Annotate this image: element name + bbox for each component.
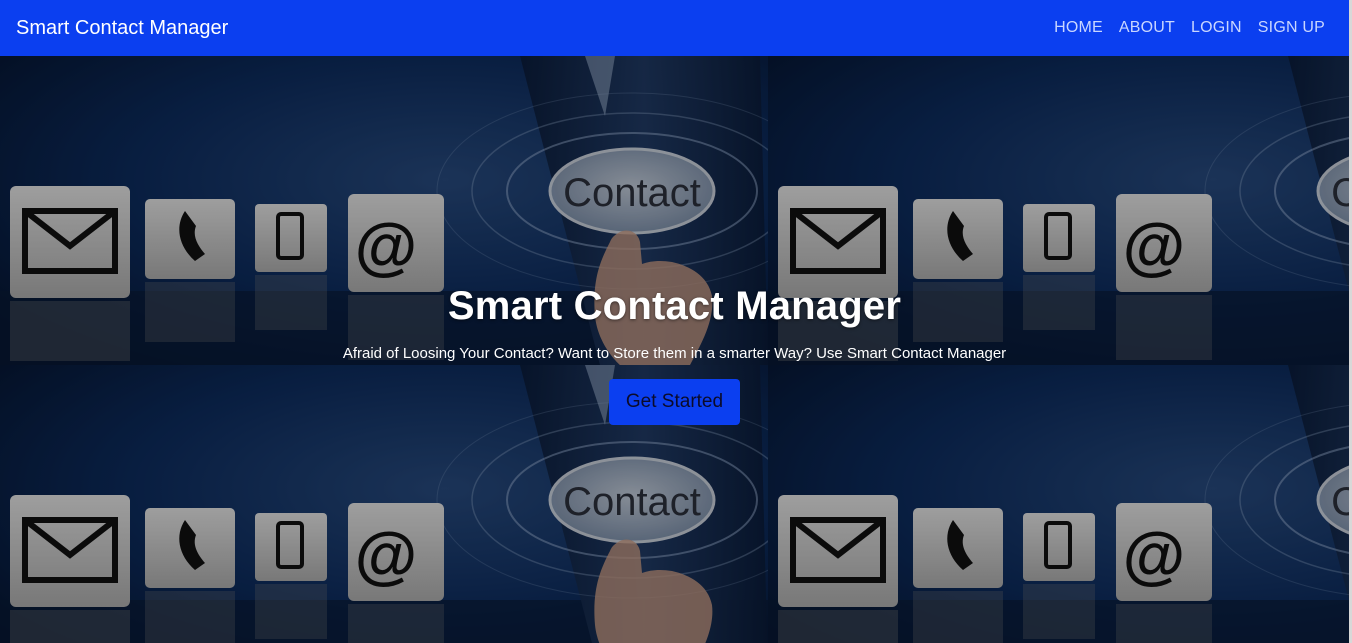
nav-links: HOME ABOUT LOGIN SIGN UP	[1054, 19, 1325, 37]
nav-login-link[interactable]: LOGIN	[1191, 19, 1242, 37]
hero-subtitle: Afraid of Loosing Your Contact? Want to …	[342, 345, 1007, 362]
get-started-button[interactable]: Get Started	[608, 379, 741, 425]
navbar: Smart Contact Manager HOME ABOUT LOGIN S…	[0, 0, 1349, 56]
hero-banner: Contact @ C @ Contact @ C @ Smart Contac…	[0, 56, 1349, 643]
hero-title: Smart Contact Manager	[447, 284, 902, 328]
nav-signup-link[interactable]: SIGN UP	[1258, 19, 1325, 37]
nav-home-link[interactable]: HOME	[1054, 19, 1103, 37]
hero-content: Smart Contact Manager Afraid of Loosing …	[0, 284, 1349, 425]
nav-about-link[interactable]: ABOUT	[1119, 19, 1175, 37]
brand-link[interactable]: Smart Contact Manager	[16, 17, 228, 40]
